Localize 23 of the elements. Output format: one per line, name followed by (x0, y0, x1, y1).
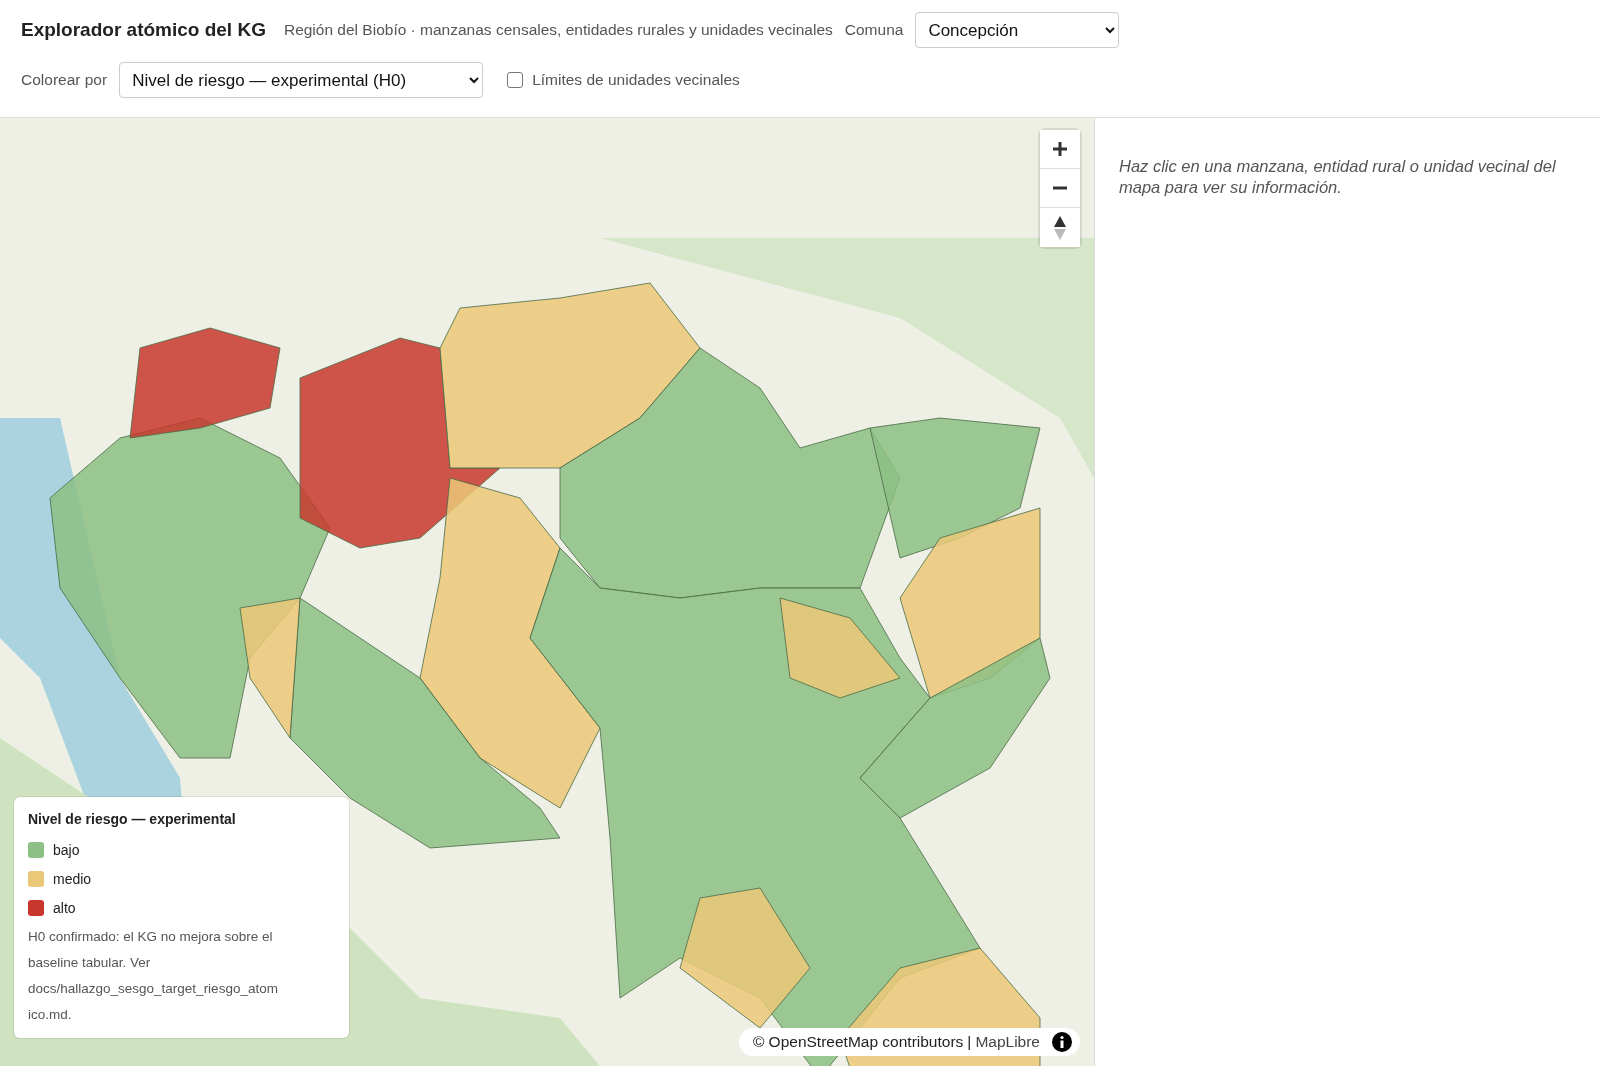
color-by-select[interactable]: Nivel de riesgo — experimental (H0) (119, 62, 484, 98)
maplibre-link[interactable]: MapLibre (975, 1033, 1040, 1051)
plus-icon (1052, 141, 1068, 157)
legend-label: medio (53, 870, 92, 887)
boundaries-checkbox[interactable] (507, 72, 524, 88)
attribution-text: © OpenStreetMap contributors (752, 1033, 964, 1051)
legend-label: bajo (53, 841, 80, 858)
app-subtitle: Región del Biobío · manzanas censales, entidades rurales y unidades vecinales (283, 21, 833, 39)
minus-icon (1052, 186, 1068, 190)
compass-icon (1054, 215, 1066, 240)
legend-title: Nivel de riesgo — experimental (28, 811, 237, 827)
info-icon[interactable] (1052, 1032, 1072, 1052)
legend-label: alto (53, 899, 76, 916)
comuna-select[interactable]: Concepción (915, 12, 1120, 48)
boundaries-label: Límites de unidades vecinales (532, 71, 740, 89)
legend-note: H0 confirmado: el KG no mejora sobre el baseline tabular. Ver docs/hallazgo_sesgo_target_riesgo_atomico.md. (28, 928, 278, 1024)
comuna-label: Comuna (844, 21, 904, 39)
app-title: Explorador atómico del KG (21, 19, 266, 41)
map-drawing[interactable] (0, 118, 1094, 1066)
info-hint: Haz clic en una manzana, entidad rural o unidad vecinal del mapa para ver su información. (1119, 156, 1557, 198)
color-by-label: Colorear por (21, 71, 108, 89)
separator-text: | (967, 1033, 972, 1051)
zoom-in-button[interactable] (1040, 130, 1080, 169)
